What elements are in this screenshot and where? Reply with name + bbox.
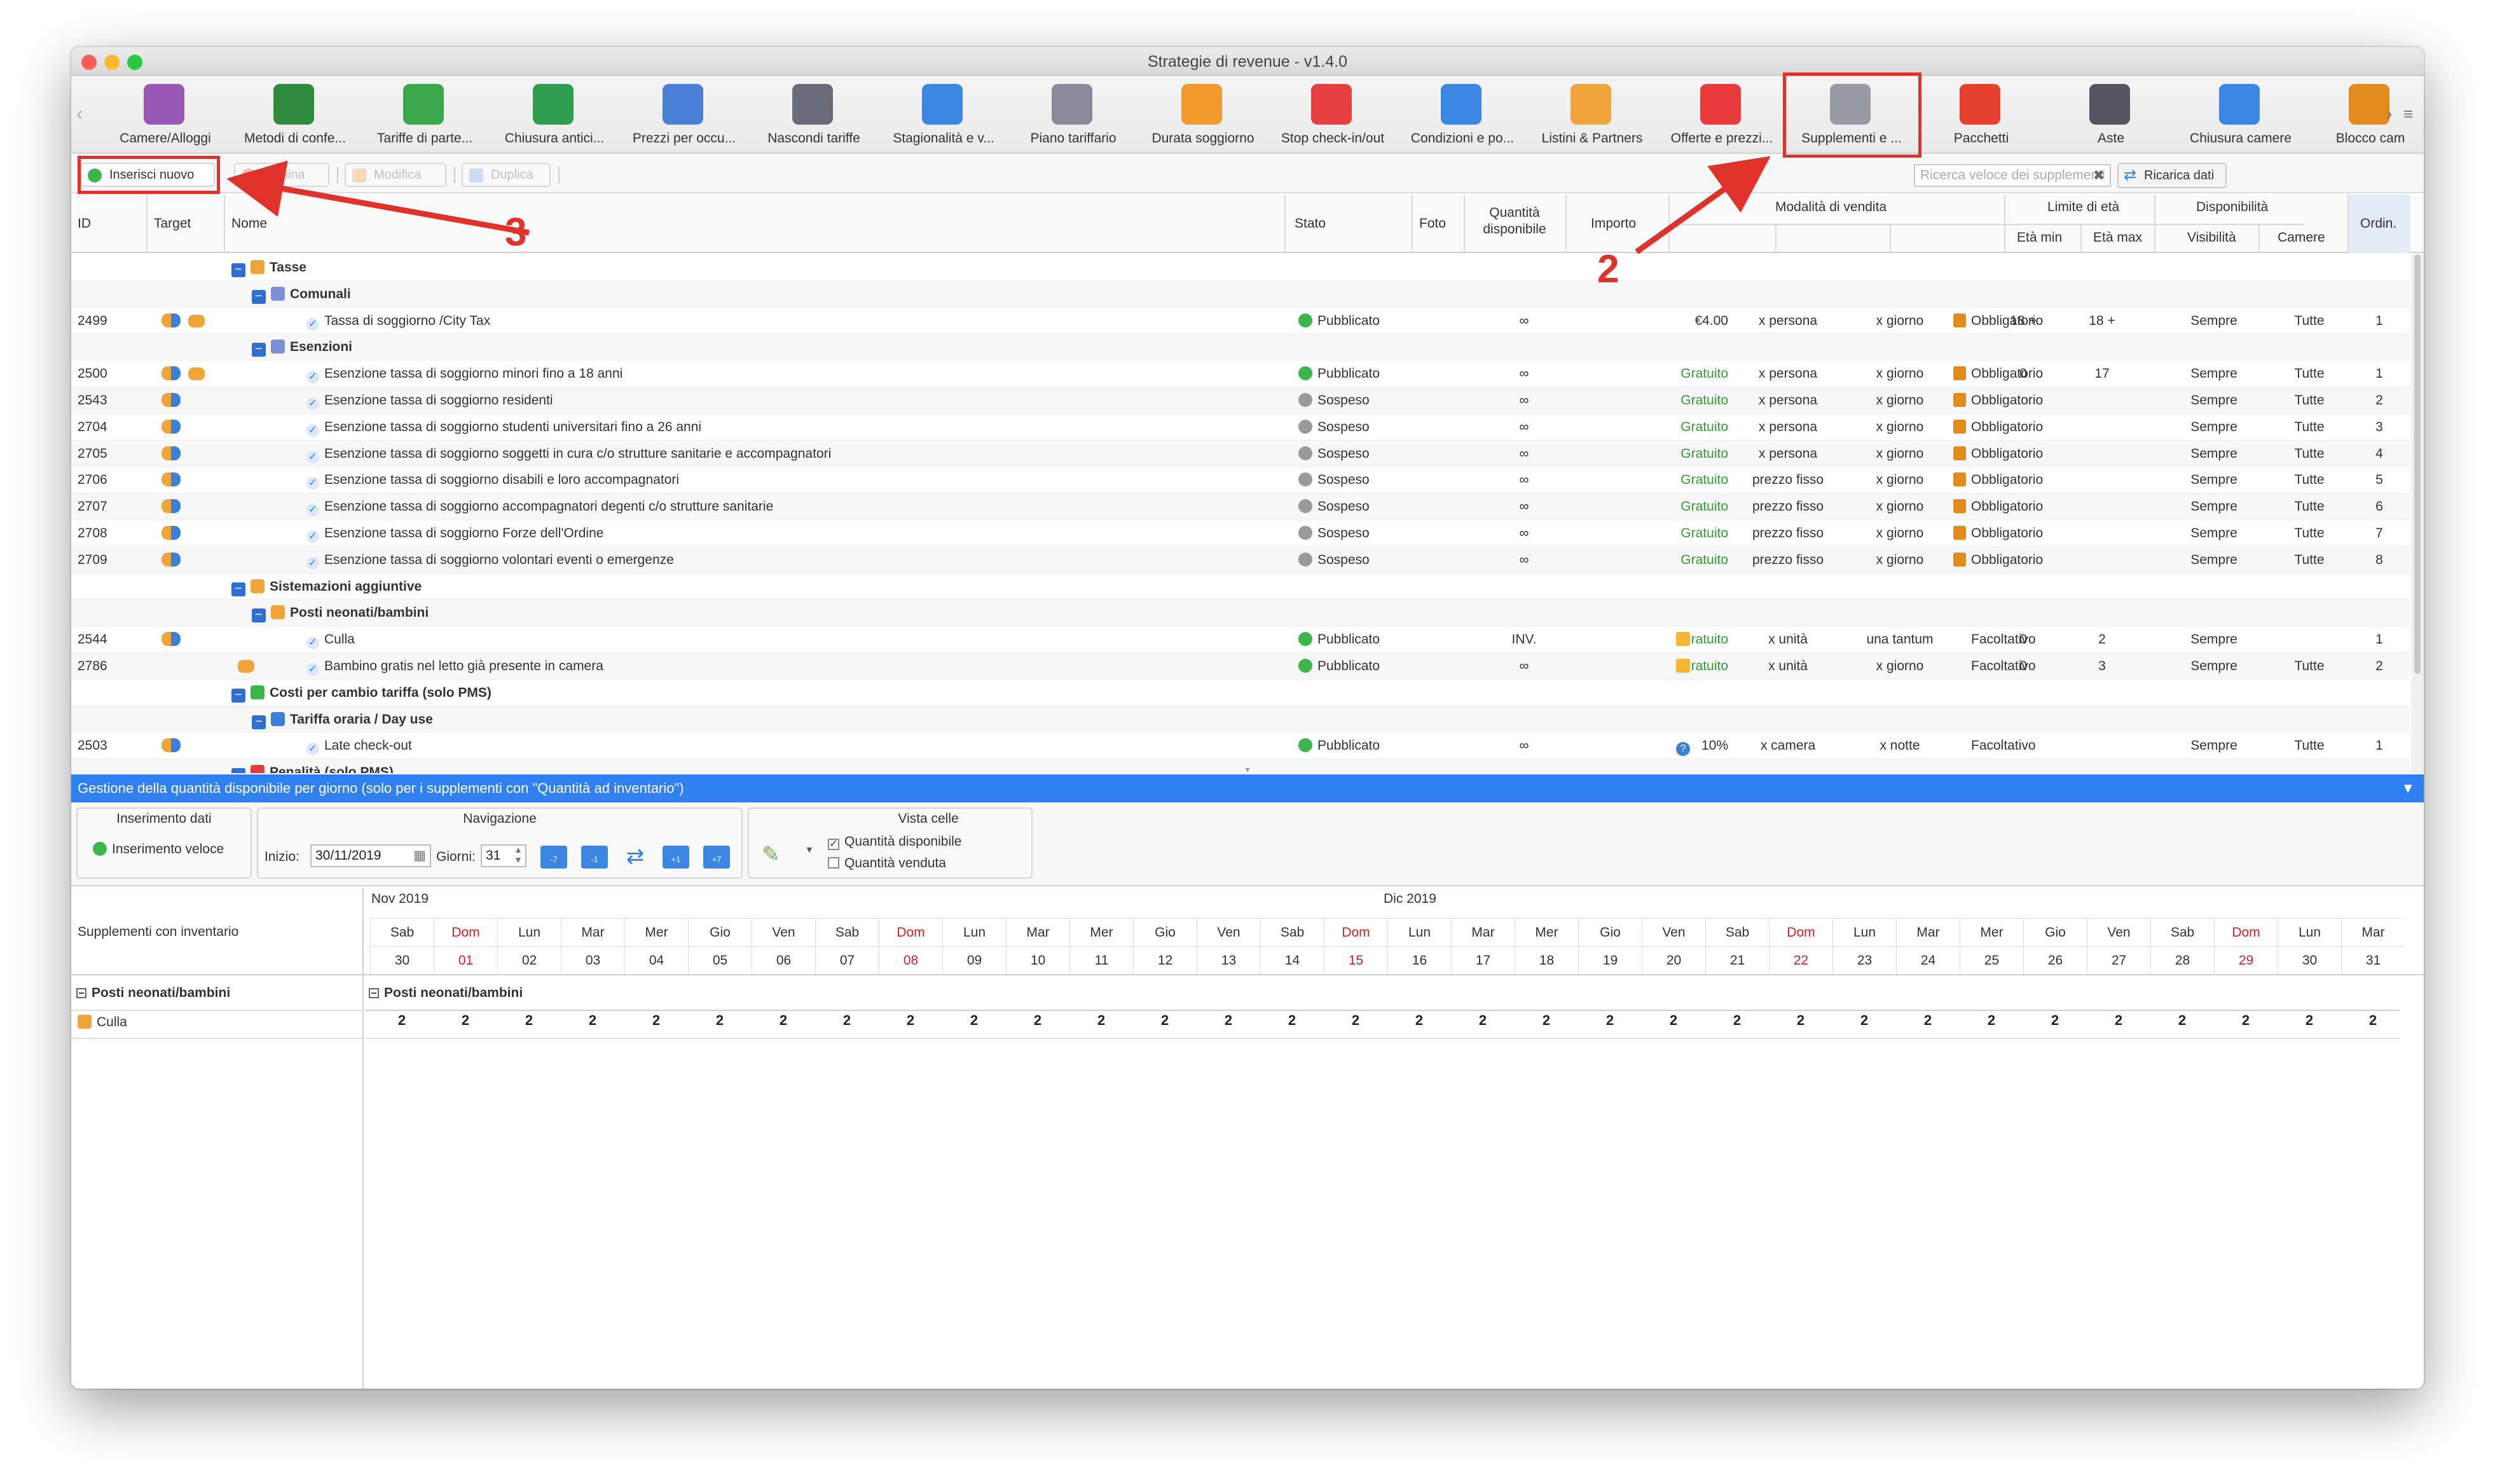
annotation-label: 2 [1597, 247, 1619, 291]
app-window: Strategie di revenue - v1.4.0 ‹ Camere/A… [71, 47, 2424, 1389]
annotation-label: 3 [505, 210, 527, 254]
arrow-3 [226, 160, 530, 236]
annotation-arrows [226, 156, 1771, 254]
arrow-2 [1635, 156, 1771, 254]
